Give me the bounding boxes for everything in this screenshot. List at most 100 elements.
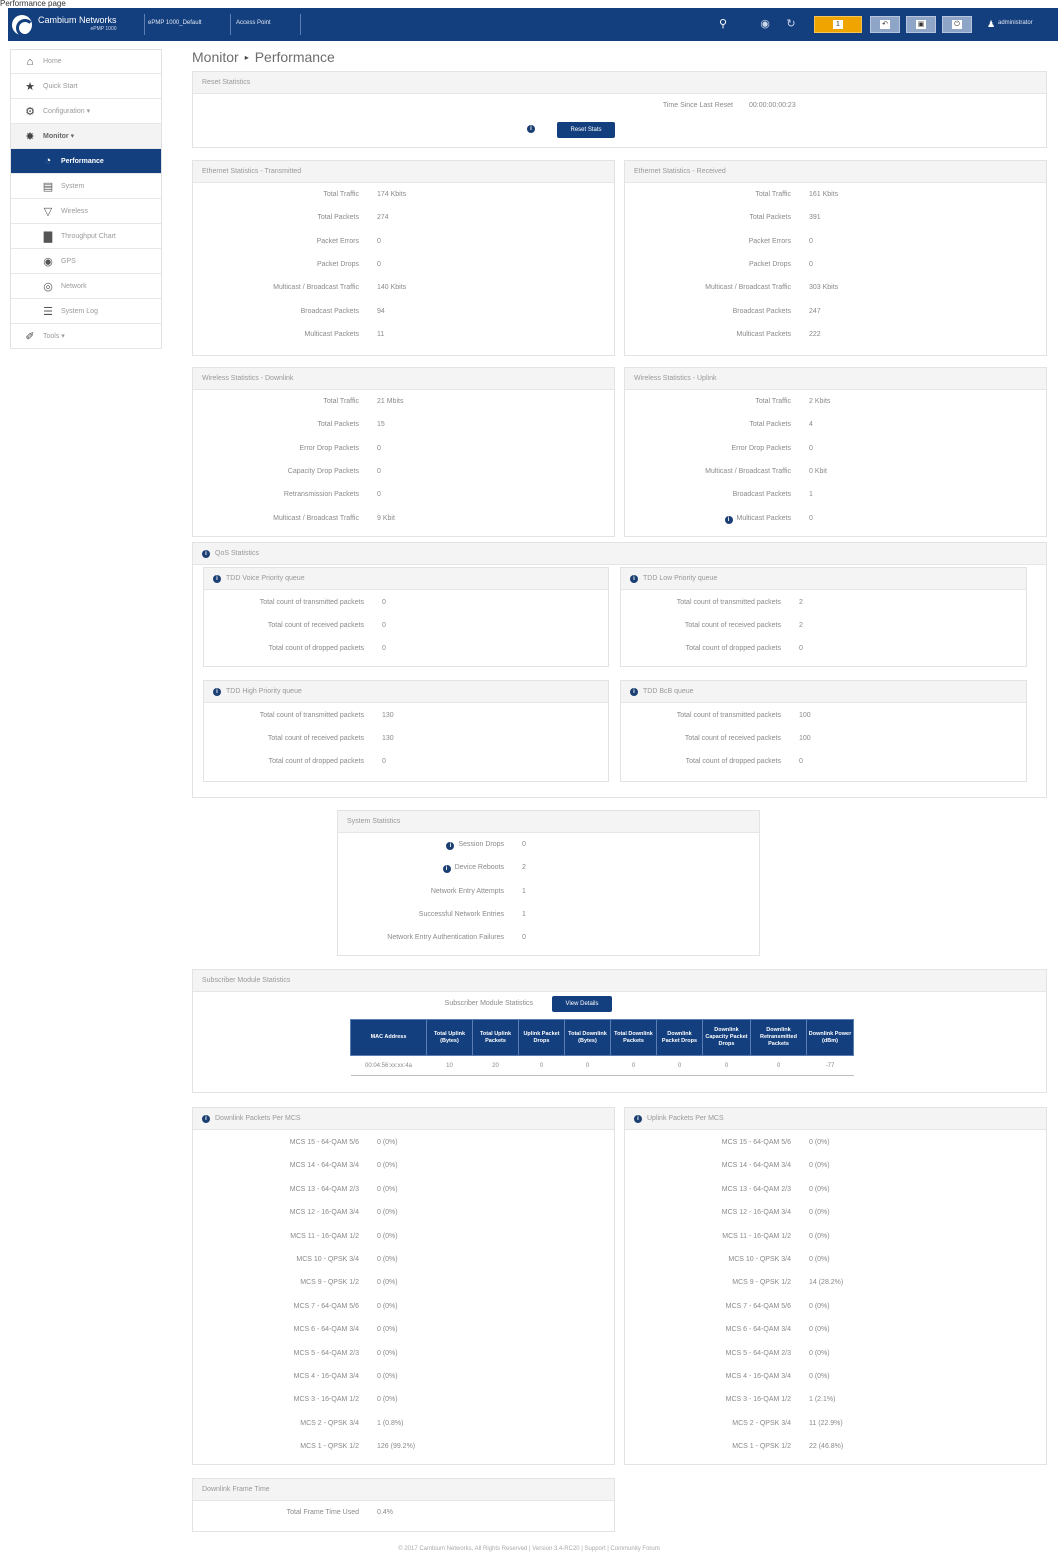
info-icon[interactable]: i [527, 125, 535, 133]
stat-value: 0 (0%) [377, 1349, 398, 1357]
info-icon[interactable]: i [630, 574, 638, 583]
column-header[interactable]: Total Downlink Packets [610, 1019, 657, 1056]
refresh-icon[interactable]: ↻ [784, 17, 798, 31]
sidebar-item-configuration[interactable]: ⚙ Configuration ▾ [10, 99, 162, 124]
table-cell: 0 [564, 1055, 611, 1076]
globe-icon[interactable]: ◉ [758, 17, 772, 31]
sidebar-item-throughput-chart[interactable]: ▇ Throughput Chart [10, 224, 162, 249]
info-icon[interactable]: i [202, 1114, 210, 1123]
stat-label: MCS 6 - 64-QAM 3/4 [293, 1326, 359, 1334]
column-header[interactable]: Total Downlink (Bytes) [564, 1019, 611, 1056]
table-row[interactable]: 00:04:56:xx:xx:4a 10 20 0 0 0 0 0 0 -77 [350, 1055, 854, 1076]
stat-row: Broadcast Packets 247 [625, 308, 821, 318]
table-cell: -77 [806, 1055, 854, 1076]
stat-value: 0 [809, 444, 813, 452]
reset-stats-button[interactable]: Reset Stats [557, 122, 615, 138]
stat-row: Packet Drops 0 [193, 261, 381, 271]
table-cell: 10 [426, 1055, 473, 1076]
info-icon[interactable]: i [446, 842, 455, 850]
stat-row: MCS 9 - QPSK 1/2 14 (28.2%) [625, 1279, 843, 1289]
stat-value: 1 (0.8%) [377, 1419, 404, 1427]
sidebar-item-label: System [61, 182, 85, 190]
column-header[interactable]: Downlink Power (dBm) [806, 1019, 854, 1056]
stat-row: Total Traffic 174 Kbits [193, 191, 406, 201]
panel-title: Reset Statistics [193, 72, 1046, 94]
undo-button[interactable]: ↶ [870, 16, 900, 33]
info-icon[interactable]: i [634, 1114, 642, 1123]
key-icon[interactable]: ⚲ [716, 17, 730, 31]
stat-row: Total Traffic 21 Mbits [193, 398, 403, 408]
stat-label: i Device Reboots [442, 864, 504, 874]
stat-label: Total Traffic [755, 398, 791, 405]
brand-logo[interactable]: Cambium Networks ePMP 1000 [12, 11, 142, 38]
stat-label: Error Drop Packets [731, 444, 791, 452]
column-header[interactable]: Downlink Packet Drops [656, 1019, 703, 1056]
column-header[interactable]: MAC Address [350, 1019, 427, 1056]
divider [144, 14, 145, 35]
table-cell: 0 [702, 1055, 751, 1076]
sidebar-item-wireless[interactable]: ▽ Wireless [10, 199, 162, 224]
stat-row: Total Frame Time Used 0.4% [193, 1509, 393, 1519]
stat-value: 0 (0%) [809, 1185, 830, 1193]
ethernet-received-panel: Ethernet Statistics - Received Total Traf… [624, 160, 1047, 356]
stat-value: 0 (0%) [377, 1373, 398, 1380]
alerts-button[interactable]: 1 [814, 16, 862, 33]
stat-row: Multicast / Broadcast Traffic 9 Kbit [193, 515, 395, 525]
info-icon[interactable]: i [442, 865, 451, 874]
sidebar-item-system[interactable]: ▤ System [10, 174, 162, 199]
user-menu[interactable]: administrator [998, 20, 1033, 26]
save-button[interactable]: ▣ [906, 16, 936, 33]
view-details-button[interactable]: View Details [552, 996, 612, 1012]
column-header[interactable]: Downlink Capacity Packet Drops [702, 1019, 751, 1056]
stat-row: MCS 11 - 16-QAM 1/2 0 (0%) [193, 1232, 397, 1243]
sidebar-item-system-log[interactable]: ☰ System Log [10, 299, 162, 324]
info-icon[interactable]: i [724, 515, 733, 524]
sidebar-item-gps[interactable]: ◉ GPS [10, 249, 162, 274]
stat-value: 0 (0%) [809, 1349, 830, 1357]
column-header[interactable]: Total Uplink Packets [472, 1019, 519, 1056]
stat-value: 0 [799, 645, 803, 652]
table-cell: 0 [656, 1055, 703, 1076]
sidebar-item-performance[interactable]: ◔ Performance [10, 149, 162, 174]
stat-value: 2 Kbits [809, 398, 831, 405]
stat-row: MCS 14 - 64-QAM 3/4 0 (0%) [193, 1162, 398, 1172]
stat-value: 0 Kbit [809, 467, 827, 475]
sidebar-item-home[interactable]: ⌂ Home [10, 49, 162, 74]
stat-value: 100 [799, 712, 811, 719]
stat-row: i Multicast Packets 0 [625, 515, 813, 525]
stat-value: 130 [382, 712, 394, 719]
stat-label: Total count of dropped packets [685, 758, 781, 765]
stat-label: MCS 11 - 16-QAM 1/2 [290, 1232, 359, 1240]
column-header[interactable]: Downlink Retransmitted Packets [750, 1019, 807, 1056]
panel-title: Downlink Frame Time [193, 1479, 614, 1501]
sidebar-item-label: GPS [61, 257, 76, 265]
stat-label: Total count of received packets [684, 622, 781, 629]
info-icon[interactable]: i [213, 574, 221, 583]
breadcrumb-parent[interactable]: Monitor [192, 49, 239, 65]
run-icon: ★ [25, 80, 35, 93]
info-icon[interactable]: i [213, 687, 221, 696]
column-header[interactable]: Total Uplink (Bytes) [426, 1019, 473, 1056]
stat-row: Total Traffic 161 Kbits [625, 191, 838, 201]
column-header[interactable]: Uplink Packet Drops [518, 1019, 565, 1056]
wifi-icon: ▽ [43, 205, 53, 218]
sidebar-item-monitor[interactable]: ✸ Monitor ▾ [10, 124, 162, 149]
stat-label: i Session Drops [446, 841, 504, 850]
stat-value: 0 [809, 514, 813, 522]
panel-header: i Downlink Packets Per MCS [193, 1108, 614, 1130]
sidebar-item-tools[interactable]: ✐ Tools ▾ [10, 324, 162, 349]
stat-label: MCS 13 - 64-QAM 2/3 [721, 1185, 791, 1193]
sidebar-item-quick-start[interactable]: ★ Quick Start [10, 74, 162, 99]
stat-value: 0 (0%) [809, 1302, 830, 1310]
info-icon[interactable]: i [202, 549, 210, 558]
info-icon[interactable]: i [630, 687, 638, 696]
device-name: ePMP 1000_Default [148, 20, 202, 26]
stat-value: 174 Kbits [377, 191, 407, 198]
reboot-button[interactable]: ⏻ [942, 16, 972, 33]
stat-label: MCS 3 - 16-QAM 1/2 [293, 1396, 359, 1404]
stat-label: Successful Network Entries [418, 910, 504, 918]
stat-row: Broadcast Packets 1 [625, 491, 813, 501]
stat-row: Total Traffic 2 Kbits [625, 398, 830, 408]
sidebar-item-network[interactable]: ◎ Network [10, 274, 162, 299]
table-cell: 00:04:56:xx:xx:4a [350, 1055, 427, 1076]
